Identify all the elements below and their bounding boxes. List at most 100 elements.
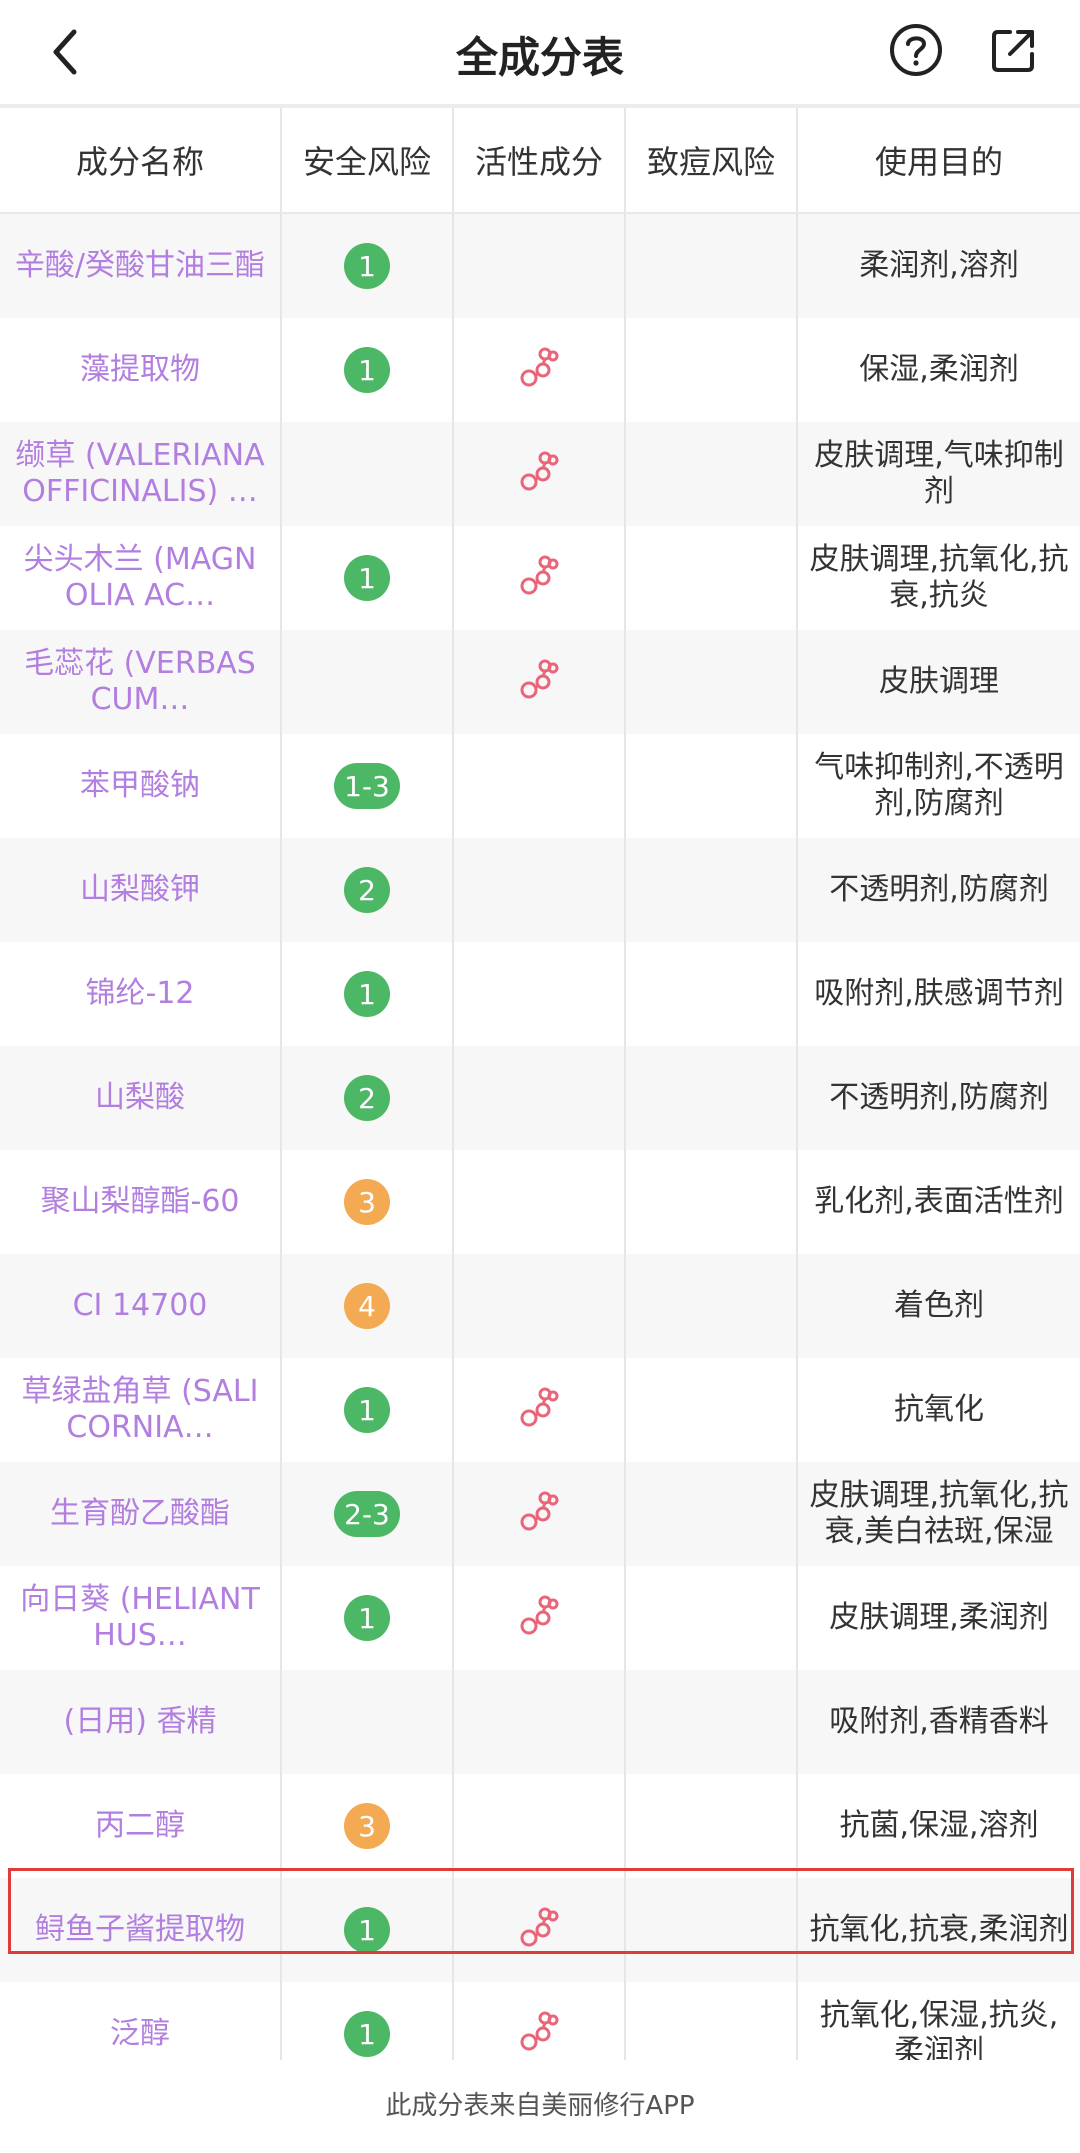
ingredient-name-cell: 藻提取物 xyxy=(0,318,282,422)
active-ingredient-cell xyxy=(454,1774,626,1878)
usage-purpose: 抗氧化 xyxy=(894,1392,984,1427)
ingredient-name[interactable]: 锦纶-12 xyxy=(72,976,209,1012)
highlight-box xyxy=(8,1868,1074,1954)
ingredient-name-cell: 锦纶-12 xyxy=(0,942,282,1046)
question-circle-icon[interactable] xyxy=(886,20,946,80)
safety-risk-cell: 1 xyxy=(282,318,454,422)
purpose-cell: 皮肤调理,抗氧化,抗衰,美白祛斑,保湿 xyxy=(798,1462,1080,1566)
safety-risk-badge: 1 xyxy=(344,1387,390,1433)
ingredient-name-cell: 山梨酸 xyxy=(0,1046,282,1150)
safety-risk-badge: 4 xyxy=(344,1283,390,1329)
acne-risk-cell xyxy=(626,526,798,630)
acne-risk-cell xyxy=(626,1462,798,1566)
usage-purpose: 皮肤调理,气味抑制剂 xyxy=(814,438,1064,509)
purpose-cell: 皮肤调理,抗氧化,抗衰,抗炎 xyxy=(798,526,1080,630)
purpose-cell: 抗菌,保湿,溶剂 xyxy=(798,1774,1080,1878)
chevron-left-icon[interactable] xyxy=(38,22,98,82)
footer-note: 此成分表来自美丽修行APP xyxy=(0,2060,1080,2153)
safety-risk-cell: 2 xyxy=(282,838,454,942)
active-ingredient-cell xyxy=(454,838,626,942)
table-row[interactable]: 尖头木兰 (MAGNOLIA AC… 1 皮肤调理,抗氧化,抗衰,抗炎 xyxy=(0,526,1080,630)
acne-risk-cell xyxy=(626,1774,798,1878)
table-row[interactable]: 聚山梨醇酯-60 3 乳化剂,表面活性剂 xyxy=(0,1150,1080,1254)
safety-risk-cell: 3 xyxy=(282,1774,454,1878)
acne-risk-cell xyxy=(626,630,798,734)
active-ingredient-cell xyxy=(454,942,626,1046)
active-ingredient-icon xyxy=(515,656,563,708)
ingredient-name-cell: 辛酸/癸酸甘油三酯 xyxy=(0,214,282,318)
safety-risk-badge: 3 xyxy=(344,1803,390,1849)
safety-risk-badge: 1-3 xyxy=(334,763,400,809)
acne-risk-cell xyxy=(626,1150,798,1254)
purpose-cell: 气味抑制剂,不透明剂,防腐剂 xyxy=(798,734,1080,838)
ingredient-name[interactable]: 缬草 (VALERIANA OFFICINALIS) … xyxy=(0,438,280,510)
active-ingredient-cell xyxy=(454,422,626,526)
active-ingredient-cell xyxy=(454,214,626,318)
active-ingredient-icon xyxy=(515,1488,563,1540)
ingredient-name[interactable]: 草绿盐角草 (SALICORNIA… xyxy=(0,1374,280,1446)
ingredient-name-cell: 草绿盐角草 (SALICORNIA… xyxy=(0,1358,282,1462)
safety-risk-badge: 1 xyxy=(344,243,390,289)
active-ingredient-icon xyxy=(515,1384,563,1436)
table-row[interactable]: 草绿盐角草 (SALICORNIA… 1 抗氧化 xyxy=(0,1358,1080,1462)
safety-risk-cell: 4 xyxy=(282,1254,454,1358)
acne-risk-cell xyxy=(626,318,798,422)
ingredient-name[interactable]: 泛醇 xyxy=(96,2016,184,2052)
table-row[interactable]: 苯甲酸钠 1-3 气味抑制剂,不透明剂,防腐剂 xyxy=(0,734,1080,838)
ingredient-name[interactable]: 毛蕊花 (VERBASCUM… xyxy=(0,646,280,718)
purpose-cell: 不透明剂,防腐剂 xyxy=(798,838,1080,942)
safety-risk-cell: 2 xyxy=(282,1046,454,1150)
table-row[interactable]: 丙二醇 3 抗菌,保湿,溶剂 xyxy=(0,1774,1080,1878)
usage-purpose: 气味抑制剂,不透明剂,防腐剂 xyxy=(814,750,1064,821)
table-row[interactable]: CI 14700 4 着色剂 xyxy=(0,1254,1080,1358)
active-ingredient-cell xyxy=(454,1566,626,1670)
ingredient-name[interactable]: 生育酚乙酸酯 xyxy=(36,1496,244,1532)
ingredient-name[interactable]: (日用) 香精 xyxy=(50,1704,231,1740)
table-row[interactable]: 山梨酸 2 不透明剂,防腐剂 xyxy=(0,1046,1080,1150)
usage-purpose: 不透明剂,防腐剂 xyxy=(829,872,1049,907)
top-nav-bar: 全成分表 xyxy=(0,0,1080,108)
ingredient-name[interactable]: CI 14700 xyxy=(59,1288,222,1324)
table-row[interactable]: 向日葵 (HELIANTHUS… 1 皮肤调理,柔润剂 xyxy=(0,1566,1080,1670)
safety-risk-badge: 1 xyxy=(344,971,390,1017)
purpose-cell: 着色剂 xyxy=(798,1254,1080,1358)
ingredient-name[interactable]: 聚山梨醇酯-60 xyxy=(27,1184,254,1220)
ingredient-name[interactable]: 丙二醇 xyxy=(81,1808,199,1844)
table-row[interactable]: 缬草 (VALERIANA OFFICINALIS) … 皮肤调理,气味抑制剂 xyxy=(0,422,1080,526)
usage-purpose: 皮肤调理,抗氧化,抗衰,抗炎 xyxy=(809,542,1069,613)
ingredient-name-cell: 生育酚乙酸酯 xyxy=(0,1462,282,1566)
ingredient-name[interactable]: 苯甲酸钠 xyxy=(66,768,214,804)
column-header-name: 成分名称 xyxy=(0,108,282,212)
safety-risk-cell: 1-3 xyxy=(282,734,454,838)
table-row[interactable]: 生育酚乙酸酯 2-3 皮肤调理,抗氧化,抗衰,美白祛斑,保湿 xyxy=(0,1462,1080,1566)
table-row[interactable]: (日用) 香精 吸附剂,香精香料 xyxy=(0,1670,1080,1774)
active-ingredient-cell xyxy=(454,318,626,422)
safety-risk-cell: 1 xyxy=(282,214,454,318)
safety-risk-cell: 3 xyxy=(282,1150,454,1254)
acne-risk-cell xyxy=(626,1254,798,1358)
ingredient-name[interactable]: 藻提取物 xyxy=(66,352,214,388)
table-row[interactable]: 山梨酸钾 2 不透明剂,防腐剂 xyxy=(0,838,1080,942)
table-header: 成分名称 安全风险 活性成分 致痘风险 使用目的 xyxy=(0,108,1080,214)
table-row[interactable]: 辛酸/癸酸甘油三酯 1 柔润剂,溶剂 xyxy=(0,214,1080,318)
ingredient-name-cell: 毛蕊花 (VERBASCUM… xyxy=(0,630,282,734)
purpose-cell: 皮肤调理,柔润剂 xyxy=(798,1566,1080,1670)
active-ingredient-cell xyxy=(454,526,626,630)
ingredient-name[interactable]: 辛酸/癸酸甘油三酯 xyxy=(1,248,279,284)
table-row[interactable]: 藻提取物 1 保湿,柔润剂 xyxy=(0,318,1080,422)
table-row[interactable]: 毛蕊花 (VERBASCUM… 皮肤调理 xyxy=(0,630,1080,734)
share-icon[interactable] xyxy=(984,20,1044,80)
ingredient-name[interactable]: 山梨酸钾 xyxy=(66,872,214,908)
usage-purpose: 皮肤调理 xyxy=(879,664,999,699)
ingredient-name[interactable]: 尖头木兰 (MAGNOLIA AC… xyxy=(0,542,280,614)
safety-risk-badge: 1 xyxy=(344,2011,390,2057)
ingredient-name[interactable]: 山梨酸 xyxy=(81,1080,199,1116)
safety-risk-cell: 1 xyxy=(282,942,454,1046)
active-ingredient-cell xyxy=(454,630,626,734)
acne-risk-cell xyxy=(626,214,798,318)
table-row[interactable]: 锦纶-12 1 吸附剂,肤感调节剂 xyxy=(0,942,1080,1046)
usage-purpose: 皮肤调理,柔润剂 xyxy=(829,1600,1049,1635)
safety-risk-cell xyxy=(282,630,454,734)
ingredient-name[interactable]: 向日葵 (HELIANTHUS… xyxy=(0,1582,280,1654)
safety-risk-badge: 2-3 xyxy=(334,1491,400,1537)
